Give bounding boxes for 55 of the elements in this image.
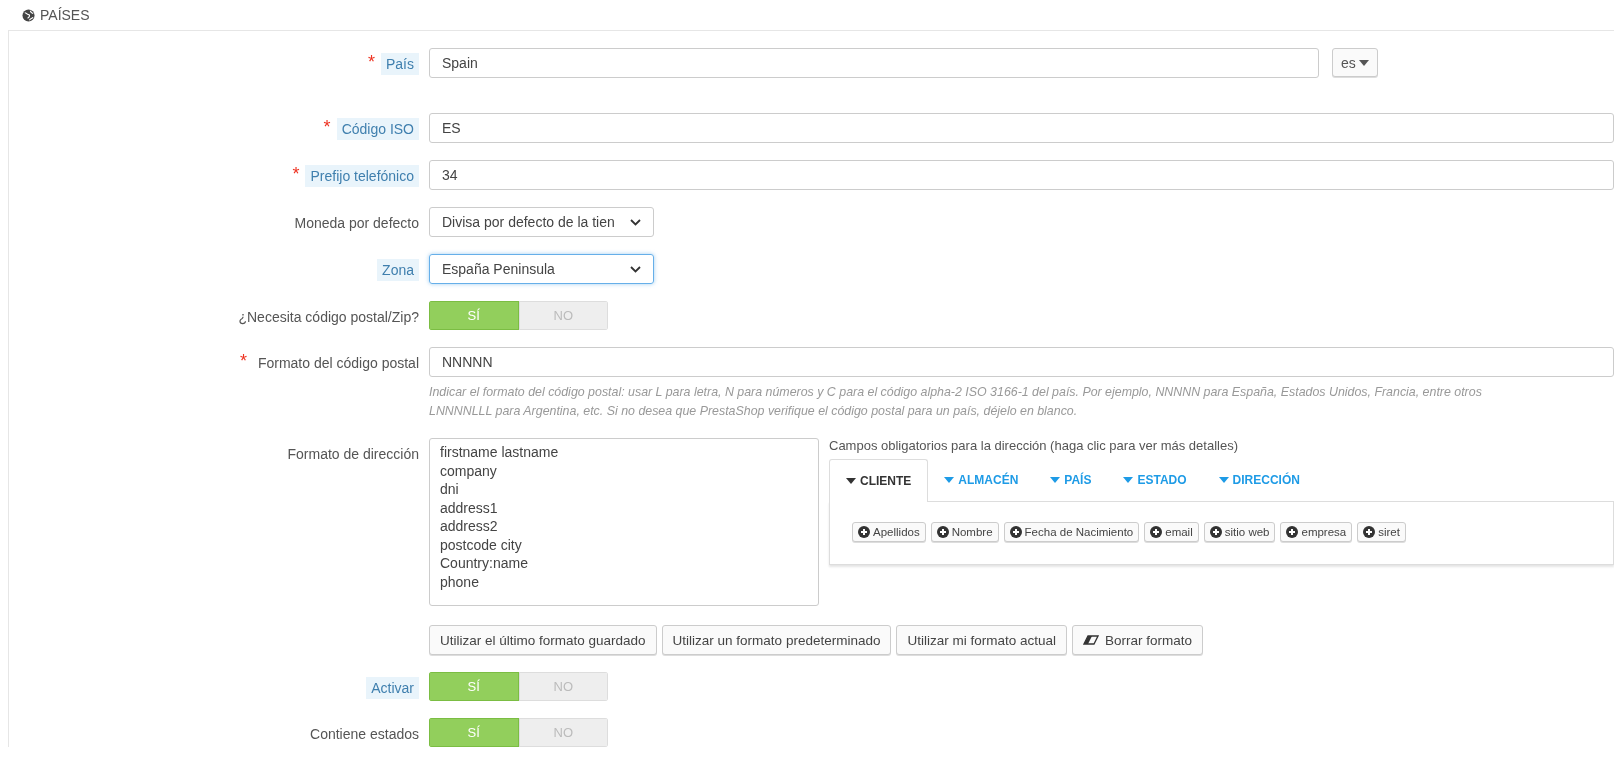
- field-label: Moneda por defecto: [293, 214, 419, 233]
- field-chip[interactable]: siret: [1357, 522, 1406, 542]
- text-field[interactable]: ES: [429, 113, 1614, 143]
- required-fields-caption: Campos obligatorios para la dirección (haga clic para ver más detalles): [829, 438, 1239, 453]
- caret-icon: [1123, 476, 1134, 483]
- plus-circle-icon: [936, 526, 949, 538]
- help-text: LNNNNLLL para Argentina, etc. Si no desea que PrestaShop verifique el código postal para un país, déjelo en blanco.: [429, 403, 1079, 420]
- field-chip[interactable]: empresa: [1280, 522, 1353, 542]
- text-field[interactable]: NNNNN: [429, 347, 1614, 377]
- address-format-textarea[interactable]: firstname lastname company dni address1 address2 postcode city Country:name phone: [429, 438, 819, 606]
- caret-icon: [1218, 476, 1229, 483]
- format-button[interactable]: Utilizar mi formato actual: [896, 625, 1067, 655]
- field-chip[interactable]: Apellidos: [852, 522, 926, 542]
- required-asterisk: *: [323, 118, 331, 136]
- chevron-down-icon: [630, 265, 641, 273]
- field-chip[interactable]: sitio web: [1203, 522, 1276, 542]
- field-chip[interactable]: email: [1144, 522, 1199, 542]
- select-field[interactable]: Divisa por defecto de la tien: [429, 207, 654, 237]
- text-field[interactable]: 34: [429, 160, 1614, 190]
- globe-icon: [22, 8, 35, 22]
- language-dropdown[interactable]: es: [1332, 48, 1378, 77]
- tab[interactable]: CLIENTE: [829, 459, 929, 502]
- required-asterisk: *: [367, 53, 375, 71]
- caret-icon: [846, 478, 856, 484]
- caret-icon: [1050, 476, 1061, 483]
- field-chip[interactable]: Fecha de Nacimiento: [1003, 522, 1140, 542]
- plus-circle-icon: [858, 526, 870, 538]
- plus-circle-icon: [1363, 526, 1376, 538]
- field-label: Activar: [366, 677, 419, 699]
- field-chip[interactable]: Nombre: [930, 522, 999, 542]
- field-label: Formato de dirección: [286, 445, 419, 464]
- field-label: Prefijo telefónico: [305, 165, 419, 187]
- field-label: País: [381, 53, 419, 75]
- select-field[interactable]: España Peninsula: [429, 254, 654, 284]
- text-field[interactable]: Spain: [429, 48, 1319, 78]
- caret-icon: [944, 476, 955, 483]
- field-label: Contiene estados: [309, 725, 419, 744]
- plus-circle-icon: [1009, 526, 1022, 538]
- format-button[interactable]: Borrar formato: [1072, 625, 1204, 655]
- format-button[interactable]: Utilizar el último formato guardado: [429, 625, 657, 655]
- field-label: Formato del código postal: [256, 354, 419, 373]
- chevron-down-icon: [630, 218, 641, 226]
- caret-icon: [1358, 59, 1369, 66]
- required-asterisk: *: [292, 165, 300, 183]
- plus-circle-icon: [1286, 526, 1299, 538]
- format-button[interactable]: Utilizar un formato predeterminado: [661, 625, 892, 655]
- field-label: Código ISO: [336, 118, 419, 140]
- help-text: Indicar el formato del código postal: usar L para letra, N para números y C para el código alpha-2 ISO 3166-1 del país. Por ejemplo, NNNNN para España, Estados Unidos, Francia, entre otros: [429, 384, 1483, 401]
- plus-circle-icon: [1150, 526, 1163, 538]
- required-asterisk: *: [239, 352, 247, 370]
- eraser-icon: [1083, 635, 1099, 645]
- panel-title: PAÍSES: [40, 7, 90, 23]
- field-label: Zona: [377, 259, 419, 281]
- field-label: ¿Necesita código postal/Zip?: [237, 308, 419, 327]
- plus-circle-icon: [1209, 526, 1222, 538]
